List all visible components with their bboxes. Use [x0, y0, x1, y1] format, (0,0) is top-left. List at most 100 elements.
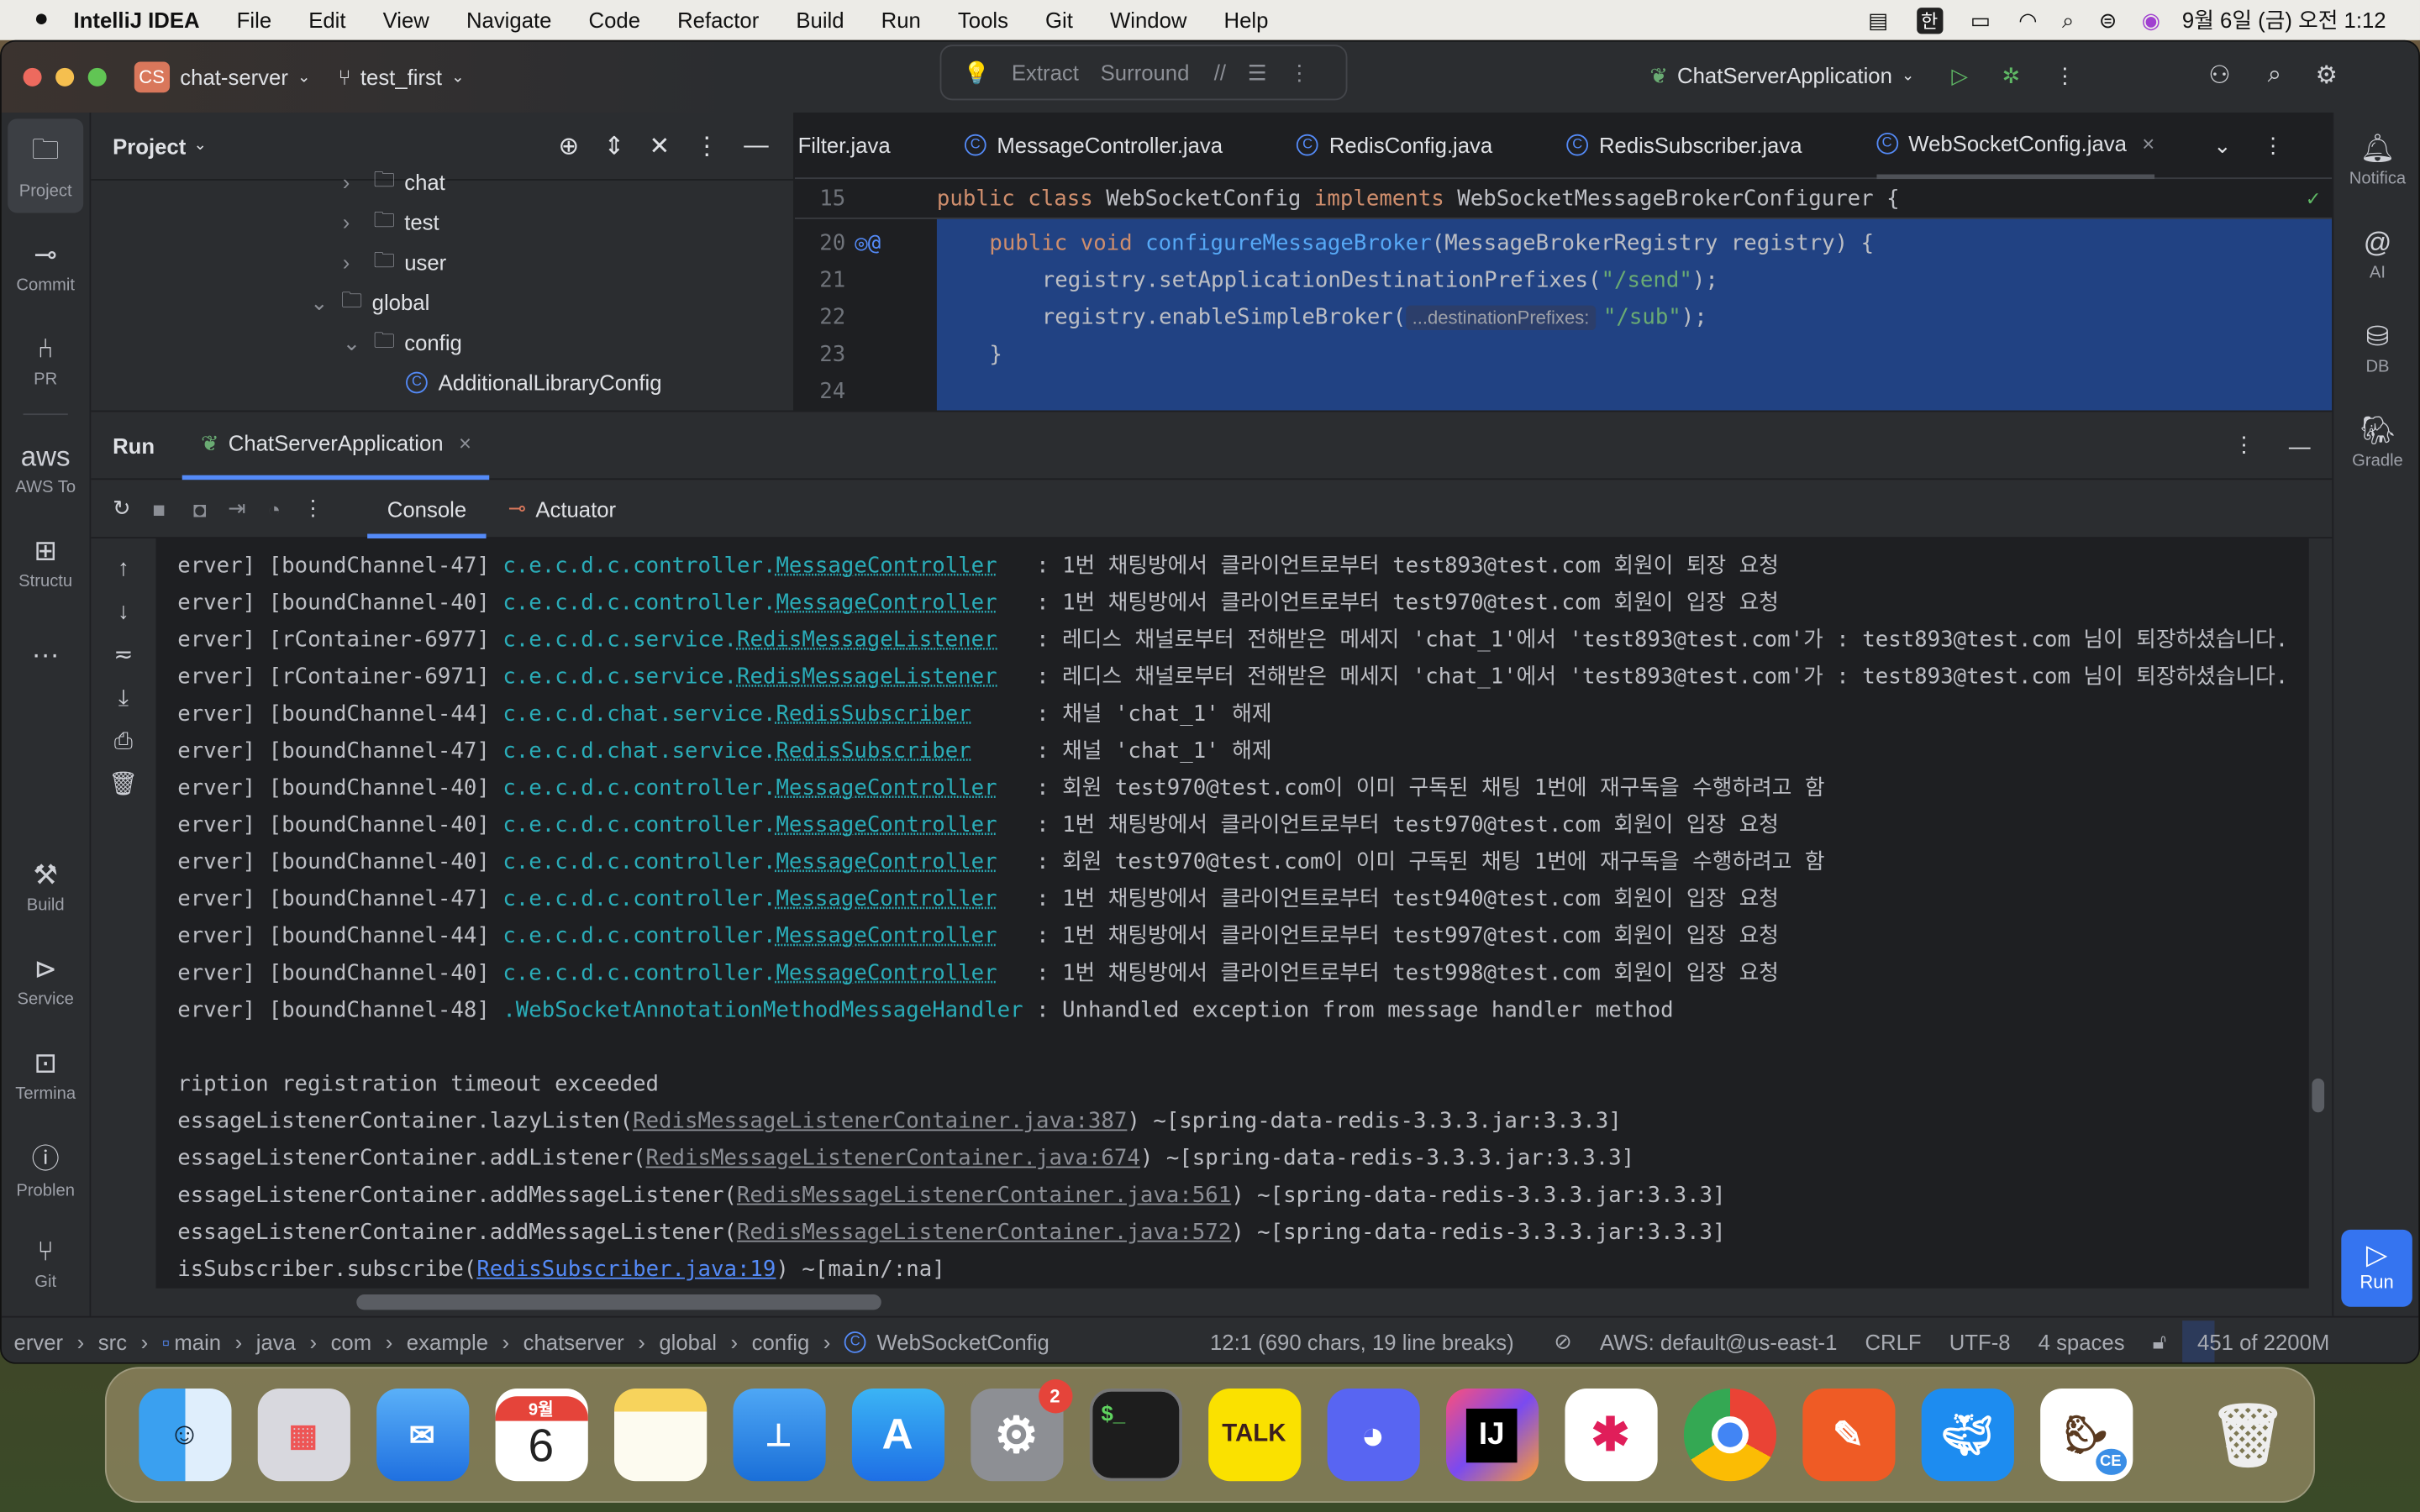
- breadcrumb-item[interactable]: WebSocketConfig: [876, 1329, 1049, 1353]
- chevron-icon[interactable]: ⌄: [310, 289, 341, 315]
- menu-window[interactable]: Window: [1110, 8, 1186, 32]
- console-output[interactable]: erver] [boundChannel-47] c.e.c.d.c.contr…: [155, 538, 2309, 1289]
- menu-git[interactable]: Git: [1045, 8, 1073, 32]
- dock-finder[interactable]: ☺: [138, 1389, 231, 1482]
- close-icon[interactable]: ×: [459, 430, 471, 454]
- more-icon[interactable]: ⋮: [2262, 132, 2284, 158]
- menu-help[interactable]: Help: [1224, 8, 1269, 32]
- more-icon[interactable]: ⋮: [2233, 432, 2255, 458]
- dock-app-store[interactable]: A: [850, 1389, 944, 1482]
- profiler-icon[interactable]: ◔: [268, 496, 281, 521]
- menu-tools[interactable]: Tools: [958, 8, 1008, 32]
- tool-commit[interactable]: ⊸ Commit: [2, 219, 90, 313]
- menu-app-name[interactable]: IntelliJ IDEA: [74, 8, 200, 32]
- file-encoding[interactable]: UTF-8: [1949, 1329, 2011, 1353]
- dock-notes[interactable]: [613, 1389, 707, 1482]
- tool-aws-to[interactable]: aws AWS To: [2, 421, 90, 515]
- screenshot-icon[interactable]: ◘: [193, 496, 207, 521]
- menu-build[interactable]: Build: [796, 8, 844, 32]
- reformat-icon[interactable]: ☰: [1248, 60, 1267, 86]
- dock-chrome[interactable]: [1682, 1389, 1776, 1482]
- close-window-button[interactable]: [23, 67, 42, 87]
- breadcrumb-item[interactable]: global: [659, 1329, 717, 1353]
- run-configuration-selector[interactable]: ChatServerApplication: [1677, 63, 1892, 87]
- dock-dbeaver[interactable]: 🦫︎ CE: [2039, 1389, 2133, 1482]
- restore-layout-icon[interactable]: ⇥: [228, 496, 246, 522]
- dock-docker[interactable]: 🐳︎: [1920, 1389, 2014, 1482]
- tabs-dropdown-icon[interactable]: ⌄: [2213, 132, 2232, 158]
- menu-edit[interactable]: Edit: [308, 8, 345, 32]
- dock-intellij-idea[interactable]: IJ: [1445, 1389, 1539, 1482]
- source-link[interactable]: RedisMessageListenerContainer.java:674: [646, 1147, 1140, 1171]
- trash-icon[interactable]: 🗑: [91, 764, 155, 806]
- more-icon[interactable]: ⋮: [2054, 62, 2076, 88]
- tree-item[interactable]: ⌄ 🗀 global: [91, 282, 793, 323]
- print-icon[interactable]: ⎙: [91, 721, 155, 764]
- more-tools-button[interactable]: ···: [2, 610, 90, 704]
- log-logger-class[interactable]: RedisSubscriber: [776, 702, 971, 727]
- source-link[interactable]: RedisSubscriber.java:19: [476, 1257, 776, 1282]
- log-logger-class[interactable]: MessageController: [776, 776, 997, 801]
- expand-all-icon[interactable]: ⇕: [604, 130, 625, 161]
- tree-item[interactable]: › 🗀 chat: [91, 162, 793, 202]
- zoom-window-button[interactable]: [87, 67, 107, 87]
- surround-button[interactable]: Surround: [1101, 60, 1190, 85]
- tree-item[interactable]: C AdditionalLibraryConfig: [91, 363, 793, 403]
- soft-wrap-icon[interactable]: ≂: [91, 634, 155, 677]
- chevron-icon[interactable]: ›: [343, 170, 374, 194]
- input-method-indicator[interactable]: 한: [1916, 7, 1943, 34]
- hide-panel-icon[interactable]: —: [744, 132, 768, 160]
- source-link[interactable]: RedisMessageListenerContainer.java:561: [737, 1184, 1231, 1208]
- log-logger-class[interactable]: RedisMessageListener: [737, 665, 997, 690]
- run-icon[interactable]: ▷: [1951, 62, 1968, 88]
- chevron-icon[interactable]: ›: [343, 210, 374, 234]
- chevron-icon[interactable]: ⌄: [343, 329, 374, 355]
- breadcrumb-item[interactable]: src: [98, 1329, 127, 1353]
- search-icon[interactable]: ⌕: [2268, 61, 2281, 89]
- run-tab-chatserverapplication[interactable]: ❦ ChatServerApplication ×: [182, 411, 491, 480]
- tool-service[interactable]: ⊳ Service: [2, 933, 90, 1027]
- breadcrumb-item[interactable]: erver: [14, 1329, 64, 1353]
- menu-navigate[interactable]: Navigate: [466, 8, 552, 32]
- comment-icon[interactable]: //: [1214, 60, 1226, 85]
- menu-code[interactable]: Code: [589, 8, 640, 32]
- menu-view[interactable]: View: [383, 8, 429, 32]
- line-separator[interactable]: CRLF: [1865, 1329, 1921, 1353]
- breadcrumb-item[interactable]: example: [407, 1329, 488, 1353]
- extract-button[interactable]: Extract: [1012, 60, 1079, 85]
- gear-icon[interactable]: ⚙: [2316, 60, 2338, 92]
- log-logger-class[interactable]: MessageController: [776, 591, 997, 615]
- memory-indicator[interactable]: 451 of 2200M: [2181, 1320, 2345, 1362]
- control-center-icon[interactable]: ⊜: [2099, 7, 2118, 33]
- close-icon[interactable]: ×: [2142, 130, 2154, 155]
- tool-build[interactable]: ⚒ Build: [2, 839, 90, 933]
- menu-run[interactable]: Run: [881, 8, 921, 32]
- apple-icon[interactable]: ●: [34, 6, 49, 34]
- log-logger-class[interactable]: MessageController: [776, 887, 997, 911]
- stop-icon[interactable]: ■: [152, 496, 166, 521]
- dock-terminal[interactable]: $_: [1088, 1389, 1182, 1482]
- dock-postman[interactable]: ✎: [1802, 1389, 1895, 1482]
- override-method-icon[interactable]: ◎@: [855, 232, 881, 256]
- dock-kakaotalk[interactable]: TALK: [1207, 1389, 1301, 1482]
- project-selector[interactable]: chat-server: [180, 65, 288, 89]
- tool-problen[interactable]: ⓘ Problen: [2, 1121, 90, 1215]
- tab-redissubscriber-java[interactable]: C RedisSubscriber.java: [1566, 133, 1802, 157]
- scroll-up-icon[interactable]: ↑: [91, 548, 155, 591]
- dock-trash[interactable]: 🗑︎: [2202, 1389, 2294, 1481]
- siri-icon[interactable]: ◉: [2142, 7, 2160, 33]
- clock[interactable]: 9월 6일 (금) 오전 1:12: [2182, 5, 2386, 36]
- tool-termina[interactable]: ⊡ Termina: [2, 1027, 90, 1121]
- minimize-window-button[interactable]: [55, 67, 75, 87]
- horizontal-scrollbar[interactable]: [356, 1294, 881, 1310]
- tool-git[interactable]: ⑂ Git: [2, 1215, 90, 1310]
- dock-system-settings[interactable]: ⚙ 2: [970, 1379, 1072, 1482]
- tree-item[interactable]: › 🗀 user: [91, 242, 793, 282]
- tab-actuator[interactable]: Actuator: [535, 496, 616, 521]
- tool-structu[interactable]: ⊞ Structu: [2, 515, 90, 609]
- breadcrumb-item[interactable]: config: [752, 1329, 810, 1353]
- log-logger-class[interactable]: MessageController: [776, 961, 997, 985]
- log-logger-class[interactable]: RedisSubscriber: [776, 739, 971, 764]
- tab-messagecontroller-java[interactable]: C MessageController.java: [964, 133, 1223, 157]
- no-inspections-icon[interactable]: ⊘: [1554, 1328, 1572, 1354]
